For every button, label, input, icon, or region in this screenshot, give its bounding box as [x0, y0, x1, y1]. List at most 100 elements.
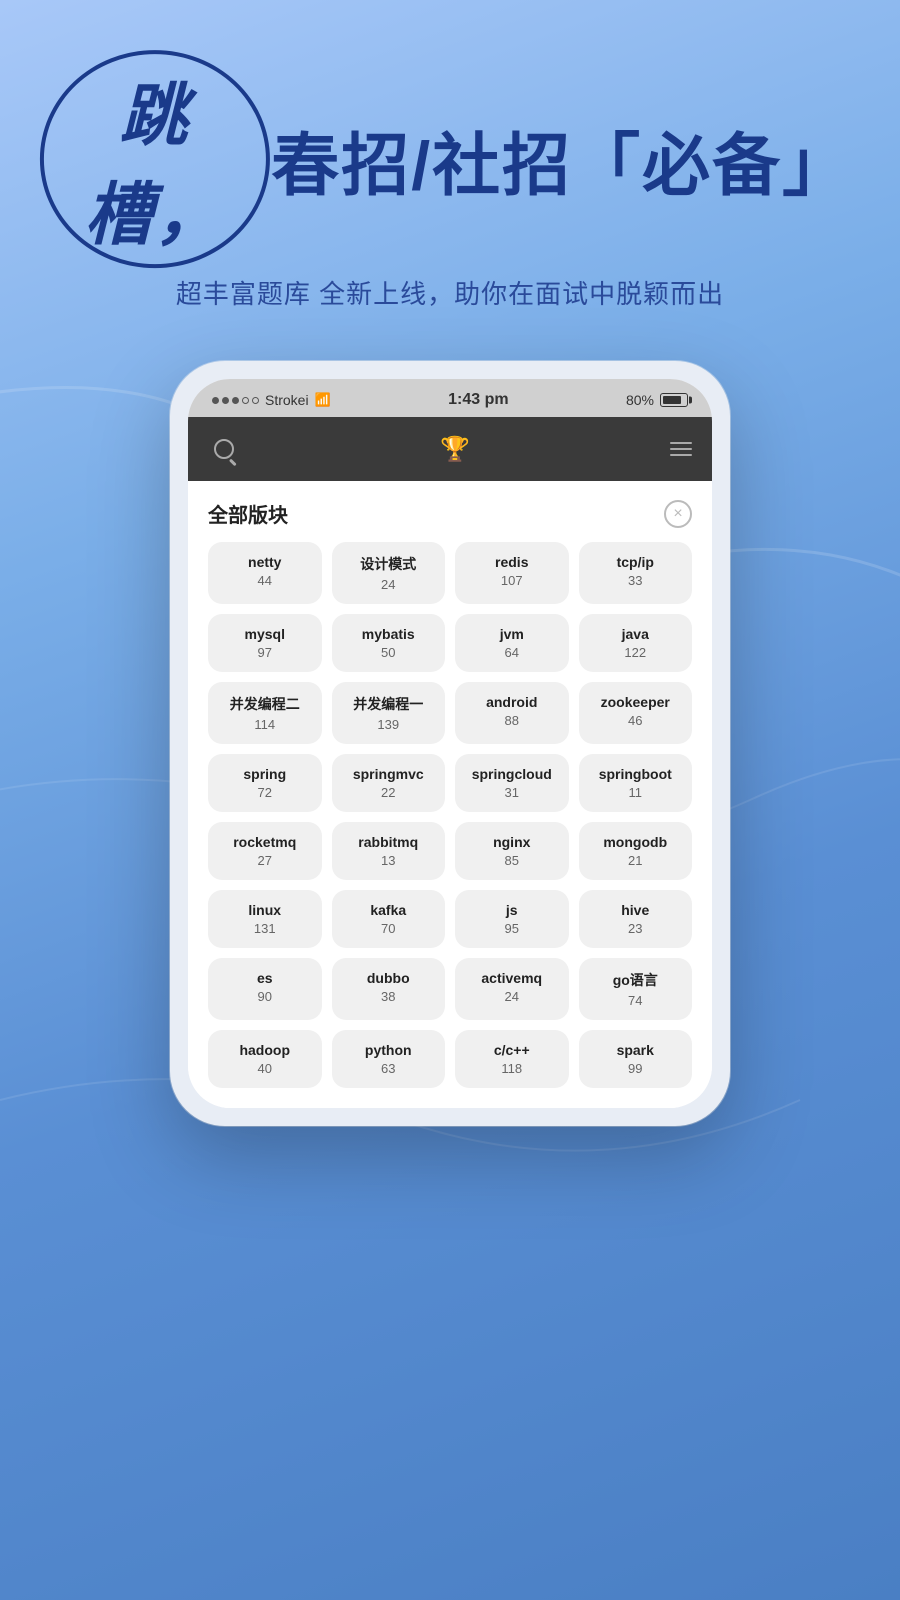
topic-name: 并发编程二 — [230, 694, 300, 714]
topic-count: 122 — [624, 645, 646, 660]
subtitle: 超丰富题库 全新上线，助你在面试中脱颖而出 — [50, 274, 850, 311]
topic-item[interactable]: jvm64 — [455, 614, 569, 672]
status-left: Strokei 📶 — [212, 392, 331, 408]
signal-dot-4 — [242, 397, 249, 404]
topic-item[interactable]: zookeeper 46 — [579, 682, 693, 744]
title-rest: 春招/社招「必备」 — [271, 110, 850, 209]
topic-name: zookeeper — [601, 694, 670, 710]
topic-item[interactable]: activemq24 — [455, 958, 569, 1020]
topic-item[interactable]: rabbitmq13 — [332, 822, 446, 880]
topic-item[interactable]: 并发编程二114 — [208, 682, 322, 744]
topic-name: 设计模式 — [360, 554, 416, 574]
topic-item[interactable]: 设计模式24 — [332, 542, 446, 604]
topic-count: 139 — [377, 717, 399, 732]
topic-item[interactable]: mybatis50 — [332, 614, 446, 672]
topic-count: 31 — [505, 785, 519, 800]
phone-inner: Strokei 📶 1:43 pm 80% — [188, 379, 712, 1108]
menu-button[interactable] — [670, 442, 692, 456]
topic-name: redis — [495, 554, 528, 570]
topic-item[interactable]: springcloud 31 — [455, 754, 569, 812]
topic-count: 46 — [628, 713, 642, 728]
topic-item[interactable]: c/c++118 — [455, 1030, 569, 1088]
topic-name: es — [257, 970, 273, 986]
close-button[interactable]: × — [664, 500, 692, 528]
topic-item[interactable]: kafka 70 — [332, 890, 446, 948]
battery-percent: 80% — [626, 392, 654, 408]
topic-count: 74 — [628, 993, 642, 1008]
topic-name: hadoop — [239, 1042, 290, 1058]
signal-dot-5 — [252, 397, 259, 404]
topic-item[interactable]: tcp/ip33 — [579, 542, 693, 604]
search-button[interactable] — [208, 433, 240, 465]
signal-dots — [212, 397, 259, 404]
topic-count: 88 — [505, 713, 519, 728]
topic-item[interactable]: go语言 74 — [579, 958, 693, 1020]
topic-name: netty — [248, 554, 281, 570]
topic-name: go语言 — [613, 970, 658, 990]
topic-item[interactable]: mongodb21 — [579, 822, 693, 880]
topic-item[interactable]: redis 107 — [455, 542, 569, 604]
topic-name: tcp/ip — [617, 554, 654, 570]
topic-item[interactable]: js 95 — [455, 890, 569, 948]
carrier-label: Strokei — [265, 392, 309, 408]
phone-frame: Strokei 📶 1:43 pm 80% — [170, 361, 730, 1126]
topic-item[interactable]: 并发编程一 139 — [332, 682, 446, 744]
topic-item[interactable]: rocketmq27 — [208, 822, 322, 880]
topic-name: spark — [617, 1042, 654, 1058]
topic-name: springcloud — [472, 766, 552, 782]
topic-item[interactable]: nginx 85 — [455, 822, 569, 880]
topic-item[interactable]: java 122 — [579, 614, 693, 672]
phone-wrapper: Strokei 📶 1:43 pm 80% — [0, 361, 900, 1126]
topic-name: nginx — [493, 834, 530, 850]
header-area: 跳槽， 春招/社招「必备」 超丰富题库 全新上线，助你在面试中脱颖而出 — [0, 0, 900, 331]
topic-count: 97 — [258, 645, 272, 660]
topic-item[interactable]: es90 — [208, 958, 322, 1020]
topic-count: 27 — [258, 853, 272, 868]
topic-count: 99 — [628, 1061, 642, 1076]
topic-count: 107 — [501, 573, 523, 588]
topic-name: java — [622, 626, 649, 642]
app-header: 🏆 — [188, 417, 712, 481]
topic-item[interactable]: android 88 — [455, 682, 569, 744]
menu-line-1 — [670, 442, 692, 444]
battery-bar — [660, 393, 688, 407]
topic-name: android — [486, 694, 537, 710]
topic-item[interactable]: spark 99 — [579, 1030, 693, 1088]
topic-name: linux — [248, 902, 281, 918]
topic-name: 并发编程一 — [353, 694, 423, 714]
signal-dot-3 — [232, 397, 239, 404]
search-icon — [214, 439, 234, 459]
topic-name: mongodb — [603, 834, 667, 850]
status-right: 80% — [626, 392, 688, 408]
topic-item[interactable]: netty 44 — [208, 542, 322, 604]
topic-item[interactable]: dubbo38 — [332, 958, 446, 1020]
topic-item[interactable]: linux 131 — [208, 890, 322, 948]
topic-name: mysql — [245, 626, 285, 642]
topic-name: rabbitmq — [358, 834, 418, 850]
topic-item[interactable]: spring 72 — [208, 754, 322, 812]
topic-item[interactable]: mysql 97 — [208, 614, 322, 672]
wifi-icon: 📶 — [315, 392, 331, 408]
topic-name: springboot — [599, 766, 672, 782]
topic-item[interactable]: springmvc22 — [332, 754, 446, 812]
menu-line-3 — [670, 454, 692, 456]
topic-item[interactable]: python63 — [332, 1030, 446, 1088]
topic-name: js — [506, 902, 518, 918]
signal-dot-2 — [222, 397, 229, 404]
topic-item[interactable]: hadoop40 — [208, 1030, 322, 1088]
topic-count: 63 — [381, 1061, 395, 1076]
topic-name: spring — [243, 766, 286, 782]
topics-grid: netty 44 设计模式24 redis 107 tcp/ip33 mysql 97 myba… — [208, 542, 692, 1088]
topic-count: 44 — [258, 573, 272, 588]
topic-item[interactable]: springboot11 — [579, 754, 693, 812]
title-highlight: 跳槽， — [50, 60, 259, 258]
topic-item[interactable]: hive23 — [579, 890, 693, 948]
topic-count: 131 — [254, 921, 276, 936]
battery-fill — [663, 396, 681, 404]
topic-count: 72 — [258, 785, 272, 800]
topic-count: 95 — [505, 921, 519, 936]
topic-name: kafka — [370, 902, 406, 918]
topic-count: 85 — [505, 853, 519, 868]
topic-name: dubbo — [367, 970, 410, 986]
topic-count: 70 — [381, 921, 395, 936]
